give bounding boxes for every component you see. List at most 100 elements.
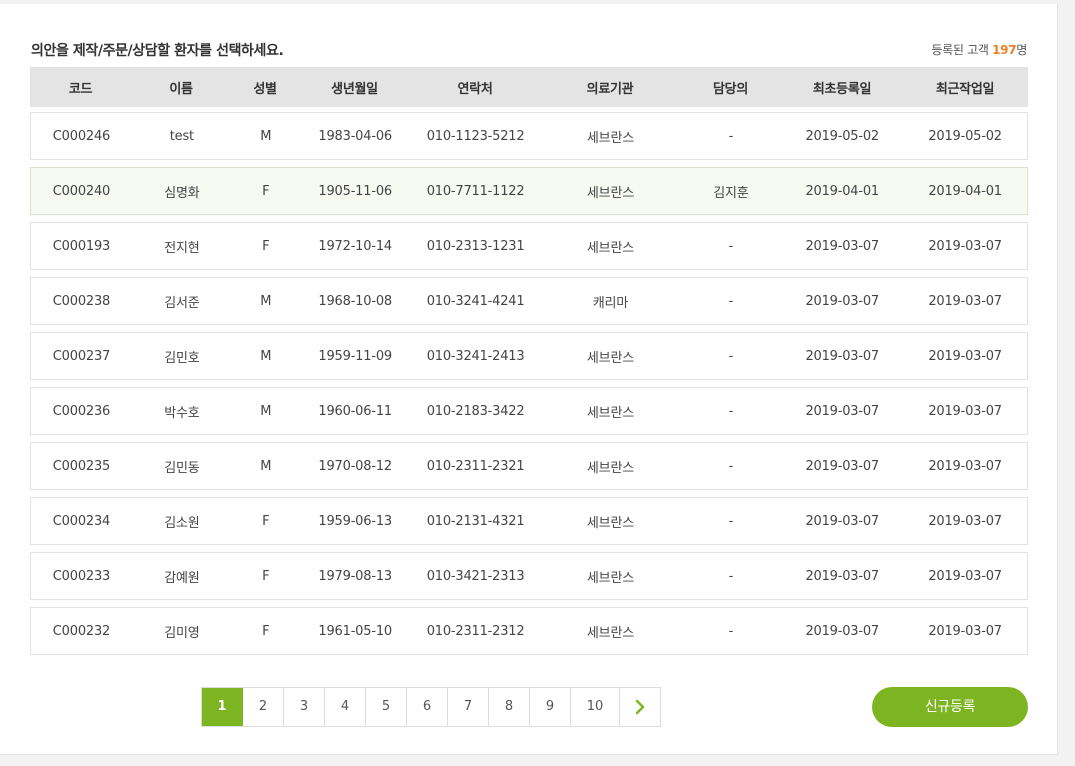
cell-birthdate: 1983-04-06 [318, 128, 392, 144]
cell-last-worked: 2019-05-02 [928, 128, 1002, 144]
cell-gender: M [260, 128, 272, 144]
page-button-10[interactable]: 10 [571, 688, 620, 726]
cell-doctor: - [728, 238, 734, 254]
cell-name: test [169, 128, 194, 144]
cell-last-worked: 2019-03-07 [928, 568, 1002, 584]
cell-institution: 세브란스 [586, 240, 634, 256]
cell-birthdate: 1961-05-10 [318, 623, 392, 639]
table-row[interactable]: C000246 test M 1983-04-06 010-1123-5212 세브란스 -… [30, 112, 1028, 160]
table-row[interactable]: C000238 김서준 M 1968-10-08 010-3241-4241 캐리마 - 20… [30, 277, 1028, 325]
cell-code: C000237 [52, 348, 111, 364]
table-row[interactable]: C000237 김민호 M 1959-11-09 010-3241-2413 세브란스 - 2… [30, 332, 1028, 380]
cell-institution: 세브란스 [586, 570, 634, 586]
page-button-7[interactable]: 7 [448, 688, 489, 726]
cell-birthdate: 1959-06-13 [318, 513, 392, 529]
cell-code: C000233 [52, 568, 111, 584]
cell-name: 김서준 [164, 295, 200, 311]
patient-table-body: C000246 test M 1983-04-06 010-1123-5212 세브란스 -… [30, 112, 1028, 662]
cell-last-worked: 2019-03-07 [928, 623, 1002, 639]
cell-doctor: - [728, 403, 734, 419]
cell-first-registered: 2019-03-07 [805, 403, 879, 419]
cell-phone: 010-2183-3422 [426, 403, 525, 419]
column-header-last-worked: 최근작업일 [935, 81, 995, 97]
cell-last-worked: 2019-03-07 [928, 238, 1002, 254]
page-button-3[interactable]: 3 [284, 688, 325, 726]
cell-name: 감예원 [164, 570, 200, 586]
column-header-institution: 의료기관 [586, 81, 634, 97]
cell-first-registered: 2019-03-07 [805, 293, 879, 309]
cell-name: 김민호 [164, 350, 200, 366]
cell-first-registered: 2019-03-07 [805, 348, 879, 364]
count-prefix: 등록된 고객 [931, 43, 989, 57]
cell-doctor: - [728, 128, 734, 144]
cell-institution: 세브란스 [586, 625, 634, 641]
cell-code: C000240 [52, 183, 111, 199]
cell-doctor: - [728, 623, 734, 639]
cell-first-registered: 2019-05-02 [805, 128, 879, 144]
cell-gender: M [260, 403, 272, 419]
new-registration-button[interactable]: 신규등록 [872, 687, 1028, 727]
cell-gender: M [260, 458, 272, 474]
cell-name: 전지현 [164, 240, 200, 256]
chevron-right-icon [635, 699, 645, 715]
cell-birthdate: 1970-08-12 [318, 458, 392, 474]
cell-gender: F [262, 238, 270, 254]
cell-name: 박수호 [164, 405, 200, 421]
cell-code: C000235 [52, 458, 111, 474]
column-header-first-registered: 최초등록일 [812, 81, 872, 97]
cell-first-registered: 2019-03-07 [805, 513, 879, 529]
cell-gender: F [262, 623, 270, 639]
cell-doctor: 김지훈 [713, 185, 749, 201]
table-row[interactable]: C000232 김미영 F 1961-05-10 010-2311-2312 세브란스 - 2… [30, 607, 1028, 655]
cell-doctor: - [728, 348, 734, 364]
page-button-5[interactable]: 5 [366, 688, 407, 726]
column-header-code: 코드 [68, 81, 93, 97]
cell-phone: 010-3241-2413 [426, 348, 525, 364]
cell-last-worked: 2019-03-07 [928, 513, 1002, 529]
cell-birthdate: 1968-10-08 [318, 293, 392, 309]
page-button-1[interactable]: 1 [202, 688, 243, 726]
page-button-6[interactable]: 6 [407, 688, 448, 726]
cell-code: C000193 [52, 238, 111, 254]
cell-last-worked: 2019-03-07 [928, 293, 1002, 309]
page-button-2[interactable]: 2 [243, 688, 284, 726]
cell-phone: 010-2131-4321 [426, 513, 525, 529]
table-row[interactable]: C000193 전지현 F 1972-10-14 010-2313-1231 세브란스 - 2… [30, 222, 1028, 270]
column-header-birthdate: 생년월일 [331, 81, 378, 97]
table-row[interactable]: C000233 감예원 F 1979-08-13 010-3421-2313 세브란스 - 2… [30, 552, 1028, 600]
page-button-9[interactable]: 9 [530, 688, 571, 726]
page-button-8[interactable]: 8 [489, 688, 530, 726]
cell-code: C000234 [52, 513, 111, 529]
cell-code: C000236 [52, 403, 111, 419]
cell-doctor: - [728, 293, 734, 309]
cell-phone: 010-3421-2313 [426, 568, 525, 584]
pagination: 1 2 3 4 5 6 7 8 9 10 [201, 687, 661, 727]
cell-last-worked: 2019-03-07 [928, 458, 1002, 474]
table-row[interactable]: C000240 심명화 F 1905-11-06 010-7711-1122 세브란스 김지… [30, 167, 1028, 215]
cell-first-registered: 2019-03-07 [805, 238, 879, 254]
cell-gender: F [262, 183, 270, 199]
cell-phone: 010-2311-2312 [426, 623, 525, 639]
table-row[interactable]: C000236 박수호 M 1960-06-11 010-2183-3422 세브란스 - 2… [30, 387, 1028, 435]
cell-institution: 세브란스 [586, 350, 634, 366]
cell-last-worked: 2019-03-07 [928, 348, 1002, 364]
column-header-doctor: 담당의 [713, 81, 748, 97]
cell-name: 심명화 [164, 185, 200, 201]
patient-select-panel: 의안을 제작/주문/상담할 환자를 선택하세요. 등록된 고객 197명 코드 … [0, 4, 1058, 755]
cell-name: 김민동 [164, 460, 200, 476]
cell-doctor: - [728, 458, 734, 474]
cell-phone: 010-3241-4241 [426, 293, 525, 309]
cell-doctor: - [728, 513, 734, 529]
cell-phone: 010-2311-2321 [426, 458, 525, 474]
column-header-name: 이름 [169, 81, 193, 97]
page-button-4[interactable]: 4 [325, 688, 366, 726]
cell-last-worked: 2019-03-07 [928, 403, 1002, 419]
next-page-button[interactable] [620, 688, 660, 726]
cell-birthdate: 1960-06-11 [318, 403, 392, 419]
cell-phone: 010-1123-5212 [426, 128, 525, 144]
table-row[interactable]: C000234 김소원 F 1959-06-13 010-2131-4321 세브란스 - 2… [30, 497, 1028, 545]
cell-code: C000232 [52, 623, 111, 639]
table-row[interactable]: C000235 김민동 M 1970-08-12 010-2311-2321 세브란스 - 2… [30, 442, 1028, 490]
column-header-phone: 연락처 [457, 81, 493, 97]
cell-institution: 세브란스 [586, 515, 634, 531]
